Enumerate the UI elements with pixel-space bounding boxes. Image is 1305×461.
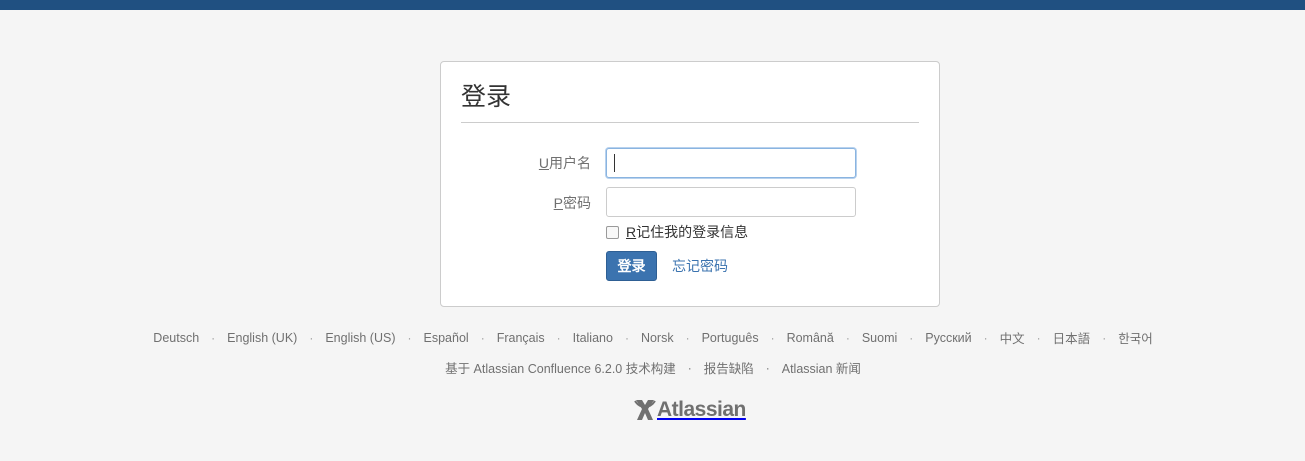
language-separator: ·: [1102, 330, 1107, 345]
language-link[interactable]: Deutsch: [153, 331, 199, 345]
language-link[interactable]: Română: [787, 331, 834, 345]
login-form: 登录 U用户名 P密码 R记住我的登录信息 登录 忘记密码: [440, 61, 940, 307]
username-label: U用户名: [461, 153, 591, 173]
text-caret: [614, 154, 615, 172]
remember-me-row[interactable]: R记住我的登录信息: [606, 223, 748, 241]
language-link[interactable]: 中文: [1000, 328, 1025, 347]
language-link[interactable]: English (UK): [227, 331, 297, 345]
top-header-bar: [0, 0, 1305, 10]
language-separator: ·: [624, 330, 629, 345]
footer-separator: ·: [687, 360, 692, 375]
language-separator: ·: [407, 330, 412, 345]
language-link[interactable]: English (US): [325, 331, 395, 345]
language-separator: ·: [983, 330, 988, 345]
password-accesskey: P: [553, 195, 563, 211]
language-separator: ·: [1036, 330, 1041, 345]
language-link[interactable]: Français: [497, 331, 545, 345]
atlassian-logo-icon: [634, 400, 656, 420]
username-input[interactable]: [606, 148, 856, 178]
language-link[interactable]: 한국어: [1118, 328, 1153, 347]
language-link[interactable]: 日本語: [1053, 328, 1091, 347]
language-separator: ·: [211, 330, 216, 345]
remember-me-label[interactable]: R记住我的登录信息: [626, 223, 748, 241]
atlassian-logo[interactable]: Atlassian: [634, 396, 746, 424]
language-separator: ·: [480, 330, 485, 345]
title-divider: [461, 122, 919, 123]
powered-by-text: 基于 Atlassian Confluence 6.2.0 技术构建: [445, 362, 676, 376]
password-input[interactable]: [606, 187, 856, 217]
language-link[interactable]: Español: [424, 331, 469, 345]
forgot-password-link[interactable]: 忘记密码: [672, 257, 728, 275]
language-separator: ·: [845, 330, 850, 345]
atlassian-logo-text: Atlassian: [657, 398, 746, 421]
language-link[interactable]: Italiano: [573, 331, 613, 345]
language-separator: ·: [556, 330, 561, 345]
language-link[interactable]: Русский: [925, 331, 971, 345]
page-title: 登录: [461, 83, 512, 111]
username-accesskey: U: [538, 155, 549, 171]
remember-label-text: 记住我的登录信息: [636, 224, 749, 240]
language-separator: ·: [770, 330, 775, 345]
language-separator: ·: [909, 330, 914, 345]
atlassian-news-link[interactable]: Atlassian 新闻: [782, 358, 861, 377]
language-link[interactable]: Suomi: [862, 331, 897, 345]
footer-info: 基于 Atlassian Confluence 6.2.0 技术构建 · 报告缺…: [0, 358, 1305, 377]
language-separator: ·: [685, 330, 690, 345]
remember-me-checkbox[interactable]: [606, 225, 619, 239]
password-label: P密码: [461, 193, 591, 213]
report-bug-link[interactable]: 报告缺陷: [704, 358, 754, 377]
password-label-text: 密码: [563, 195, 591, 211]
language-link[interactable]: Português: [702, 331, 759, 345]
username-label-text: 用户名: [549, 155, 591, 171]
login-button[interactable]: 登录: [606, 251, 657, 281]
language-separator: ·: [309, 330, 314, 345]
remember-accesskey: R: [626, 224, 637, 240]
language-link[interactable]: Norsk: [641, 331, 674, 345]
language-selector: Deutsch · English (UK) · English (US) · Españo…: [0, 328, 1305, 347]
footer-separator: ·: [765, 360, 770, 375]
